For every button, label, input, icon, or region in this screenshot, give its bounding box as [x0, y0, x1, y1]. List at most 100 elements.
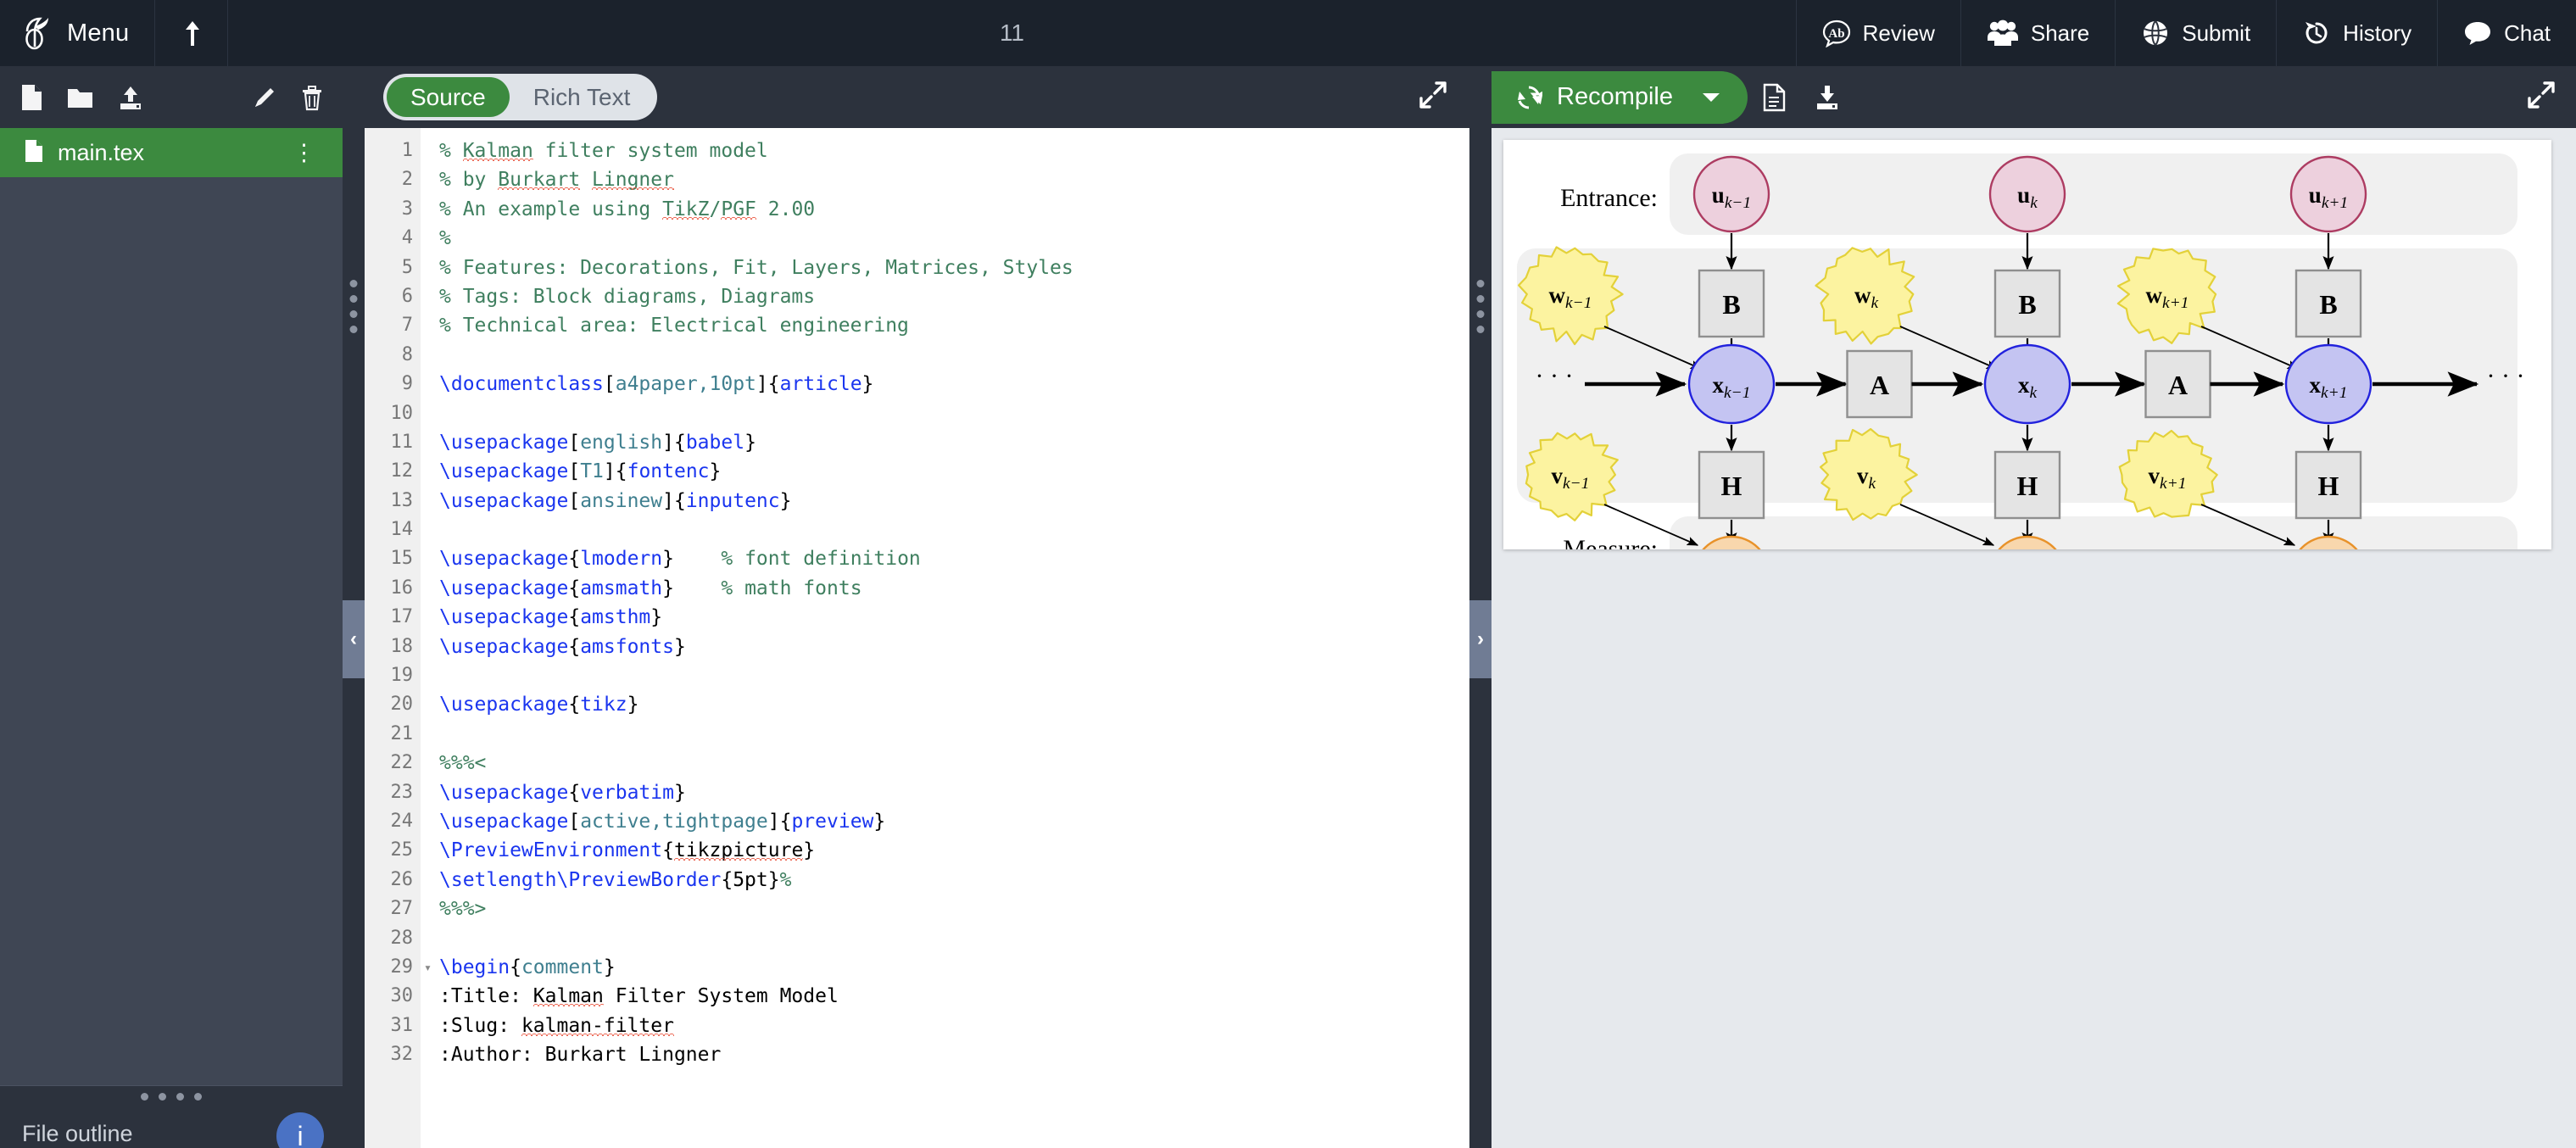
code-token: % font definition: [673, 548, 921, 571]
code-token: tikz: [580, 694, 627, 716]
tab-rich-text[interactable]: Rich Text: [510, 77, 655, 117]
main-body: main.tex ⋮ File outline i ‹ Source Rich …: [0, 66, 2576, 1148]
grip-dot: [1476, 310, 1485, 318]
code-token: \usepackage: [439, 548, 569, 571]
code-line[interactable]: \documentclass[a4paper,10pt]{article}: [439, 370, 1469, 398]
code-line[interactable]: %%%>: [439, 894, 1469, 923]
file-menu-icon[interactable]: ⋮: [282, 141, 326, 164]
code-line[interactable]: % Features: Decorations, Fit, Layers, Ma…: [439, 254, 1469, 282]
matrix-b-label-0: B: [1722, 289, 1740, 320]
code-line[interactable]: % Kalman filter system model: [439, 137, 1469, 165]
collapse-right-button[interactable]: ›: [1469, 600, 1492, 678]
matrix-a-label-0: A: [1870, 370, 1889, 400]
code-line[interactable]: [439, 661, 1469, 690]
code-line[interactable]: \usepackage{amsmath} % math fonts: [439, 574, 1469, 603]
new-folder-icon[interactable]: [66, 83, 95, 112]
right-divider[interactable]: ›: [1469, 66, 1492, 1148]
code-token: amsfonts: [580, 635, 674, 658]
code-line[interactable]: \usepackage{lmodern} % font definition: [439, 544, 1469, 573]
chevron-down-icon[interactable]: [1695, 92, 1742, 103]
file-item-main-tex[interactable]: main.tex ⋮: [0, 128, 343, 177]
code-token: % An example using: [439, 198, 663, 220]
delete-icon[interactable]: [300, 84, 324, 111]
upload-project-button[interactable]: [155, 0, 229, 66]
history-button[interactable]: History: [2276, 0, 2437, 66]
log-file-icon[interactable]: [1748, 83, 1800, 112]
file-tree-resize-handle[interactable]: [0, 1085, 343, 1107]
fold-toggle-icon[interactable]: ▾: [424, 953, 432, 982]
help-icon[interactable]: i: [276, 1112, 324, 1148]
divider-grip[interactable]: [1476, 280, 1485, 333]
upload-arrow-icon: [185, 21, 199, 46]
code-line[interactable]: \usepackage[active,tightpage]{preview}: [439, 807, 1469, 836]
divider-grip[interactable]: [349, 280, 358, 333]
editor-body[interactable]: 1 2 3 4 5 6 7 8 9 10 11 12 13 14 15 16 17 18 19 20 21 22 23 24 2…: [365, 128, 1469, 1148]
code-line[interactable]: \usepackage{verbatim}: [439, 778, 1469, 807]
code-token: babel: [685, 431, 745, 454]
code-line[interactable]: % by Burkart Lingner: [439, 165, 1469, 194]
grip-dot: [349, 280, 358, 287]
code-line[interactable]: [439, 399, 1469, 428]
misspelled-word: Lingner: [592, 169, 674, 192]
code-line[interactable]: \usepackage{amsthm}: [439, 603, 1469, 632]
upload-icon[interactable]: [117, 83, 144, 112]
rename-icon[interactable]: [251, 84, 278, 111]
code-line[interactable]: :Title: Kalman Filter System Model: [439, 982, 1469, 1011]
source-richtext-toggle[interactable]: Source Rich Text: [383, 74, 658, 120]
code-line[interactable]: [439, 341, 1469, 370]
code-line[interactable]: \begin{comment}: [439, 953, 1469, 982]
file-icon: [24, 139, 44, 167]
code-line[interactable]: :Author: Burkart Lingner: [439, 1040, 1469, 1069]
code-line[interactable]: %: [439, 224, 1469, 253]
chat-button[interactable]: Chat: [2437, 0, 2576, 66]
code-token: {: [568, 577, 581, 599]
code-line[interactable]: \usepackage[english]{babel}: [439, 428, 1469, 457]
expand-icon[interactable]: [1419, 81, 1447, 114]
misspelled-word: tikzpicture: [673, 839, 804, 862]
misspelled-word: PGF: [721, 198, 756, 220]
line-number: 28: [390, 927, 414, 949]
new-file-icon[interactable]: [19, 83, 44, 112]
menu-button[interactable]: Menu: [0, 0, 156, 66]
code-line[interactable]: :Slug: kalman-filter: [439, 1011, 1469, 1040]
code-token: {: [568, 781, 581, 804]
code-line[interactable]: [439, 720, 1469, 749]
line-number: 14: [390, 519, 414, 541]
recompile-main[interactable]: Recompile: [1492, 83, 1695, 111]
review-button[interactable]: Ab Review: [1795, 0, 1960, 66]
misspelled-word: Kalman: [532, 985, 604, 1008]
share-button[interactable]: Share: [1960, 0, 2115, 66]
code-line[interactable]: % An example using TikZ/PGF 2.00: [439, 195, 1469, 224]
grip-dot: [141, 1093, 148, 1101]
collapse-left-button[interactable]: ‹: [343, 600, 365, 678]
code-line[interactable]: % Tags: Block diagrams, Diagrams: [439, 282, 1469, 311]
code-token: [: [568, 810, 581, 833]
pdf-body[interactable]: Entrance: Measure: · · · · · · uk−1 Bwk−1 xk−1…: [1492, 128, 2576, 1148]
code-line[interactable]: \usepackage[ansinew]{inputenc}: [439, 487, 1469, 515]
line-number: 19: [390, 665, 414, 687]
submit-button[interactable]: Submit: [2115, 0, 2276, 66]
code-line[interactable]: \usepackage{tikz}: [439, 690, 1469, 719]
code-area[interactable]: % Kalman filter system model% by Burkart…: [421, 128, 1469, 1148]
share-label: Share: [2030, 20, 2090, 46]
file-name: main.tex: [58, 139, 145, 165]
download-pdf-icon[interactable]: [1800, 83, 1854, 112]
grip-dot: [349, 310, 358, 318]
code-token: ]{: [603, 460, 627, 483]
code-line[interactable]: % Technical area: Electrical engineering: [439, 311, 1469, 340]
tab-source[interactable]: Source: [387, 77, 510, 117]
code-line[interactable]: \usepackage[T1]{fontenc}: [439, 457, 1469, 486]
code-line[interactable]: \PreviewEnvironment{tikzpicture}: [439, 836, 1469, 865]
left-divider[interactable]: ‹: [343, 66, 365, 1148]
expand-icon[interactable]: [2527, 81, 2556, 114]
line-number: 15: [390, 548, 414, 570]
code-line[interactable]: [439, 515, 1469, 544]
recompile-button[interactable]: Recompile: [1492, 70, 1748, 124]
line-number: 1: [401, 140, 413, 161]
code-line[interactable]: \setlength\PreviewBorder{5pt}%: [439, 866, 1469, 894]
file-outline-panel[interactable]: File outline i: [0, 1107, 343, 1148]
code-line[interactable]: [439, 924, 1469, 953]
code-line[interactable]: %%%<: [439, 749, 1469, 777]
overleaf-app: Menu 11 Ab Review Share Submit History C…: [0, 0, 2576, 1148]
code-line[interactable]: \usepackage{amsfonts}: [439, 633, 1469, 661]
